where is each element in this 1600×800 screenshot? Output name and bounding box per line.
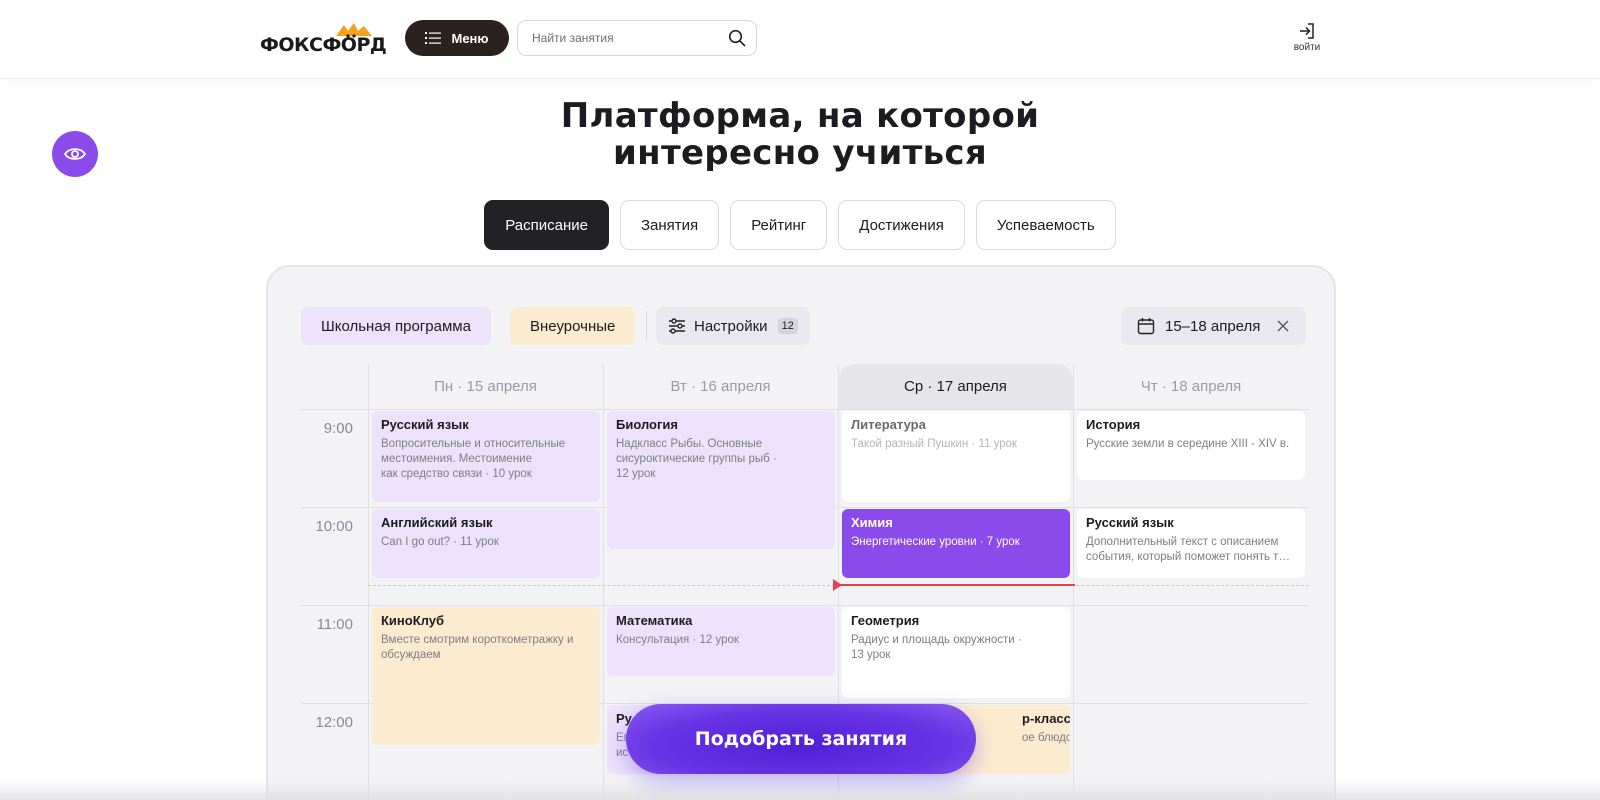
tab-achievements[interactable]: Достижения — [838, 200, 965, 250]
lesson-title: КиноКлуб — [381, 613, 445, 628]
lesson-card[interactable]: История Русские земли в середине XIII - … — [1077, 411, 1305, 480]
menu-label: Меню — [451, 30, 489, 46]
menu-button[interactable]: Меню — [405, 20, 509, 56]
time-label: 10:00 — [315, 518, 353, 535]
lesson-description: Консультация · 12 урок — [616, 634, 739, 646]
lesson-card[interactable]: Математика Консультация · 12 урок — [607, 607, 835, 676]
lesson-description: Русские земли в середине XIII - XIV в. — [1086, 438, 1290, 450]
lesson-card[interactable]: КиноКлуб Вместе смотрим короткометражку … — [372, 607, 600, 745]
lesson-title: Русский язык — [1086, 515, 1174, 530]
sliders-icon — [669, 318, 685, 334]
grid-col-line — [368, 364, 369, 800]
lesson-description: Такой разный Пушкин · 11 урок — [851, 438, 1018, 450]
current-time-indicator — [833, 579, 1075, 591]
lesson-title: Литература — [851, 417, 926, 432]
lesson-title: История — [1086, 417, 1141, 432]
grid-row-line — [301, 409, 1309, 410]
day-header-mon: Пн · 15 апреля — [434, 378, 537, 395]
lesson-title: Английский язык — [381, 515, 493, 530]
lesson-title: Биология — [616, 417, 678, 432]
accessibility-button[interactable] — [52, 131, 98, 177]
filter-extracurricular[interactable]: Внеурочные — [510, 307, 636, 345]
lesson-description: ое блюдо — [1022, 732, 1070, 744]
lesson-card[interactable]: Литература Такой разный Пушкин · 11 урок — [842, 411, 1070, 502]
tab-schedule[interactable]: Расписание — [484, 200, 609, 250]
calendar-icon — [1137, 318, 1155, 335]
lesson-description: Дополнительный текст с описанием события… — [1086, 536, 1290, 563]
day-header-tue: Вт · 16 апреля — [670, 378, 771, 395]
search-input[interactable] — [532, 21, 722, 55]
lesson-description: Вместе смотрим короткометражку и обсужда… — [381, 634, 574, 661]
lesson-card-active[interactable]: Химия Энергетические уровни · 7 урок — [842, 509, 1070, 578]
login-icon — [1300, 23, 1314, 39]
grid-col-line — [1073, 364, 1074, 800]
lesson-title: р-класс — [1022, 711, 1070, 726]
lesson-title: Химия — [851, 515, 893, 530]
login-button[interactable]: войти — [1287, 20, 1327, 60]
eye-icon — [64, 148, 86, 160]
foxford-logo[interactable]: ФОКСФОРД — [260, 22, 387, 56]
settings-button[interactable]: Настройки 12 — [656, 307, 810, 345]
grid-row-line — [301, 605, 1309, 606]
lesson-description: Энергетические уровни · 7 урок — [851, 536, 1020, 548]
settings-label: Настройки — [694, 317, 768, 335]
lesson-card[interactable]: Биология Надкласс Рыбы. Основные сисурок… — [607, 411, 835, 549]
grid-col-line — [603, 364, 604, 800]
lesson-title: Математика — [616, 613, 693, 628]
lesson-description: Вопросительные и относительные местоимен… — [381, 438, 566, 480]
search-icon[interactable] — [728, 29, 746, 47]
lesson-title: Русский язык — [381, 417, 469, 432]
settings-count-badge: 12 — [777, 318, 798, 334]
hero-title-line-2: интересно учиться — [613, 133, 987, 173]
lesson-description: Can I go out? · 11 урок — [381, 536, 499, 548]
filter-divider — [646, 311, 647, 341]
time-label: 12:00 — [315, 714, 353, 731]
bottom-fade — [0, 780, 1600, 800]
lesson-card[interactable]: Геометрия Радиус и площадь окружности · … — [842, 607, 1070, 698]
date-range-label: 15–18 апреля — [1165, 317, 1261, 335]
day-header-wed-today: Ср · 17 апреля — [838, 364, 1073, 409]
search-box — [517, 20, 757, 56]
hero-title: Платформа, на которой интересно учиться — [0, 98, 1600, 172]
time-label: 9:00 — [323, 420, 353, 437]
filter-school-program[interactable]: Школьная программа — [301, 307, 491, 345]
lesson-card[interactable]: Русский язык Дополнительный текст с опис… — [1077, 509, 1305, 578]
logo-text: ФОКСФОРД — [260, 34, 387, 56]
lesson-description: Радиус и площадь окружности · 13 урок — [851, 634, 1022, 661]
lesson-title: Геометрия — [851, 613, 920, 628]
date-range-picker[interactable]: 15–18 апреля — [1121, 307, 1306, 345]
close-icon[interactable] — [1276, 319, 1290, 333]
login-label: войти — [1293, 42, 1321, 53]
day-header-thu: Чт · 18 апреля — [1140, 378, 1242, 395]
find-lessons-button[interactable]: Подобрать занятия — [626, 704, 976, 774]
list-icon — [425, 32, 442, 44]
tab-rating[interactable]: Рейтинг — [730, 200, 828, 250]
tab-progress[interactable]: Успеваемость — [975, 200, 1116, 250]
time-label: 11:00 — [316, 616, 353, 633]
lesson-description: Надкласс Рыбы. Основные сисуроктические … — [616, 438, 777, 480]
feature-tabs: Расписание Занятия Рейтинг Достижения Ус… — [0, 200, 1600, 250]
tab-lessons[interactable]: Занятия — [620, 200, 720, 250]
lesson-card[interactable]: Английский язык Can I go out? · 11 урок — [372, 509, 600, 578]
lesson-card[interactable]: Русский язык Вопросительные и относитель… — [372, 411, 600, 502]
hero-title-line-1: Платформа, на которой — [560, 96, 1040, 136]
site-header: ФОКСФОРД Меню войти — [0, 0, 1600, 78]
